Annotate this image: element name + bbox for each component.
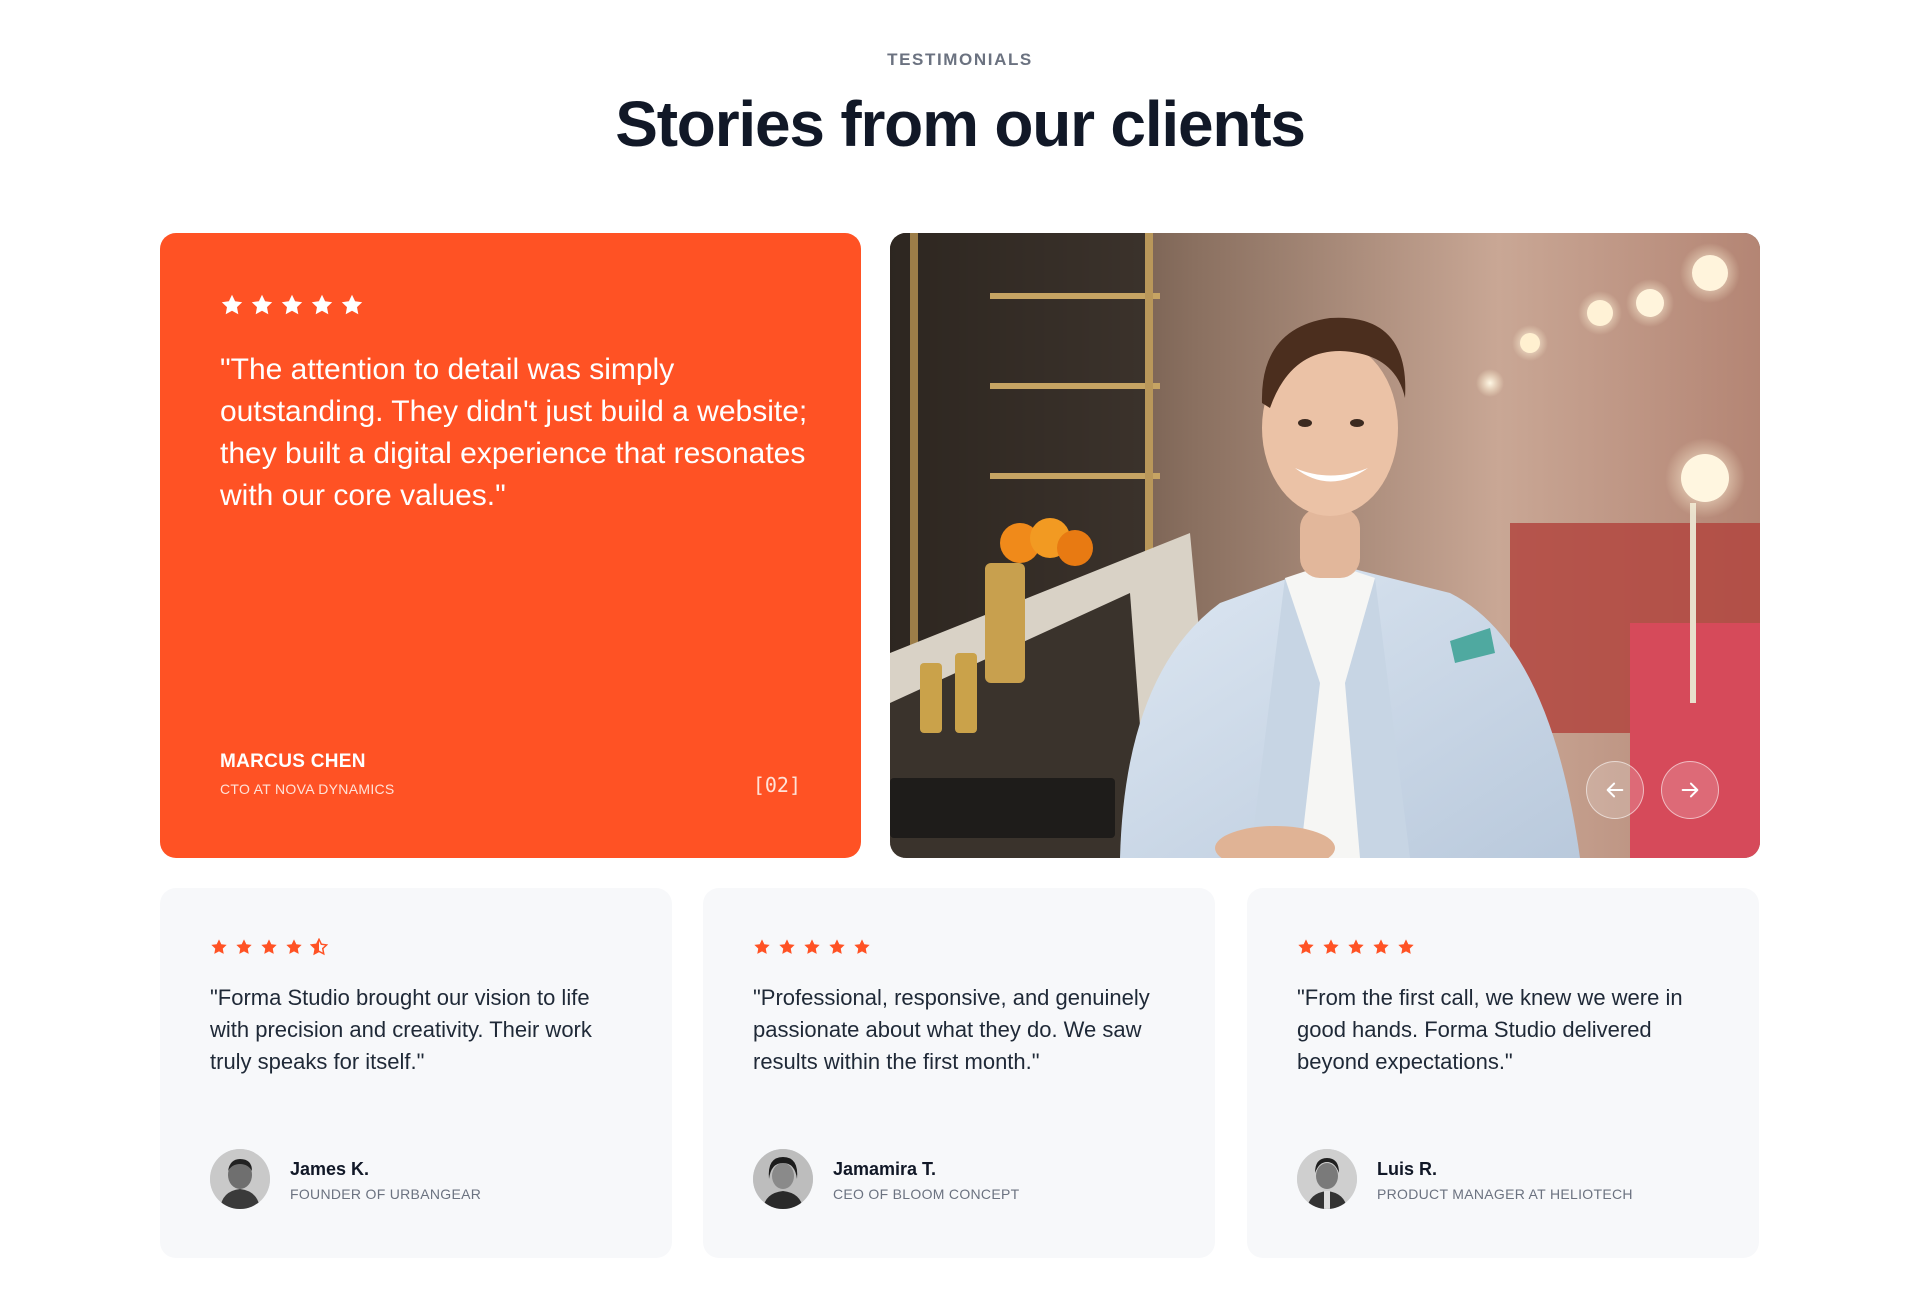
- star-icon: [236, 939, 252, 954]
- star-icon: [829, 939, 845, 954]
- star-icon: [854, 939, 870, 954]
- next-slide-button[interactable]: [1661, 761, 1719, 819]
- avatar: [1297, 1149, 1357, 1209]
- star-icon: [779, 939, 795, 954]
- star-icon: [341, 294, 363, 315]
- testimonials-section: TESTIMONIALS Stories from our clients "T…: [0, 0, 1920, 1308]
- author-role: CEO OF BLOOM CONCEPT: [833, 1186, 1020, 1202]
- featured-testimonial-card: "The attention to detail was simply outs…: [160, 233, 861, 858]
- star-icon: [311, 294, 333, 315]
- author-name: Jamamira T.: [833, 1159, 937, 1179]
- section-title: Stories from our clients: [615, 88, 1306, 160]
- star-icon: [1323, 939, 1339, 954]
- testimonial-card: "Professional, responsive, and genuinely…: [703, 888, 1215, 1258]
- rating: [1297, 938, 1415, 956]
- half-star-icon: [310, 938, 328, 956]
- star-icon: [261, 939, 277, 954]
- avatar: [210, 1149, 270, 1209]
- star-icon: [281, 294, 303, 315]
- arrow-left-icon: [1606, 782, 1624, 798]
- star-icon: [251, 294, 273, 315]
- author-role: PRODUCT MANAGER AT HELIOTECH: [1377, 1186, 1633, 1202]
- star-icon: [286, 939, 302, 954]
- star-icon: [1398, 939, 1414, 954]
- featured-quote: "The attention to detail was simply outs…: [220, 353, 808, 512]
- author-name: Luis R.: [1377, 1159, 1438, 1179]
- arrow-right-icon: [1681, 782, 1699, 798]
- featured-rating: [220, 293, 364, 317]
- testimonial-card: "Forma Studio brought our vision to life…: [160, 888, 672, 1258]
- featured-author-role: CTO AT NOVA DYNAMICS: [220, 781, 395, 797]
- testimonial-quote: "From the first call, we knew we were in…: [1297, 985, 1683, 1074]
- star-icon: [211, 939, 227, 954]
- rating: [753, 938, 871, 956]
- slide-index: [02]: [752, 773, 801, 797]
- star-icon: [1373, 939, 1389, 954]
- star-icon: [1298, 939, 1314, 954]
- previous-slide-button[interactable]: [1586, 761, 1644, 819]
- author-name: James K.: [290, 1159, 370, 1179]
- testimonial-card: "From the first call, we knew we were in…: [1247, 888, 1759, 1258]
- author-role: FOUNDER OF URBANGEAR: [290, 1186, 482, 1202]
- section-eyebrow: TESTIMONIALS: [887, 50, 1033, 69]
- avatar: [753, 1149, 813, 1209]
- testimonial-quote: "Forma Studio brought our vision to life…: [210, 985, 592, 1074]
- featured-author-name: MARCUS CHEN: [220, 751, 366, 772]
- star-icon: [804, 939, 820, 954]
- star-icon: [754, 939, 770, 954]
- star-icon: [1348, 939, 1364, 954]
- rating: [210, 938, 328, 956]
- star-icon: [221, 294, 243, 315]
- testimonial-quote: "Professional, responsive, and genuinely…: [753, 985, 1150, 1074]
